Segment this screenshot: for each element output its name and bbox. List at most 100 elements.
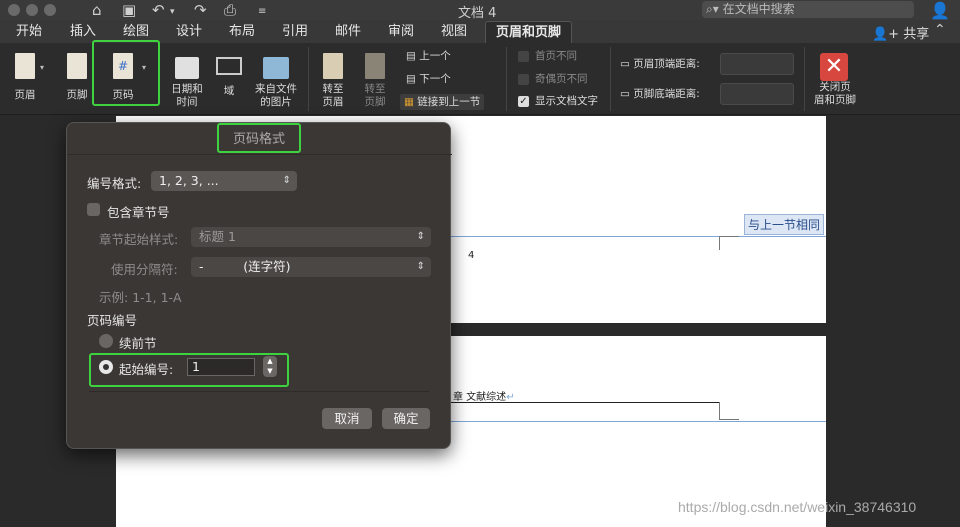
different-first-page-checkbox[interactable]: 首页不同	[518, 49, 577, 63]
search-field[interactable]: ⌕▾ 在文档中搜索	[702, 1, 914, 18]
field-icon	[216, 57, 242, 75]
next-label: 下一个	[419, 73, 451, 85]
header-boundary-line	[450, 236, 826, 237]
link-to-previous-label: 链接到上一节	[417, 96, 481, 108]
ribbon-separator	[804, 47, 805, 111]
previous-label: 上一个	[419, 50, 451, 62]
page-number-label: 页码	[112, 89, 134, 101]
calendar-clock-icon	[175, 57, 199, 79]
cancel-button[interactable]: 取消	[322, 408, 372, 429]
header-icon	[15, 53, 35, 79]
start-at-stepper[interactable]: ▲ ▼	[263, 356, 277, 377]
add-person-icon: 👤+	[872, 27, 900, 42]
tab-design[interactable]: 设计	[176, 23, 202, 40]
search-placeholder: 在文档中搜索	[722, 2, 795, 16]
tab-references[interactable]: 引用	[282, 23, 308, 40]
chevron-down-icon: ▼	[267, 367, 273, 375]
number-format-value: 1, 2, 3, ...	[159, 173, 219, 188]
continue-radio[interactable]	[99, 334, 113, 348]
page-number-icon: #	[113, 53, 133, 79]
undo-icon[interactable]: ↶	[152, 1, 165, 19]
continue-label: 续前节	[119, 336, 157, 351]
header-rule	[450, 402, 720, 403]
footer-label: 页脚	[66, 89, 88, 101]
page-number-button[interactable]: # 页码	[108, 53, 138, 102]
tab-header-footer[interactable]: 页眉和页脚	[485, 21, 573, 43]
margin-corner-mark	[719, 402, 739, 420]
link-to-previous-button[interactable]: ▦ 链接到上一节	[400, 94, 485, 110]
ribbon: 页眉 ▾ 页脚 # 页码 ▾ 日期和 时间 域 来自文件 的图片 转至 页眉 转…	[0, 40, 960, 115]
tab-insert[interactable]: 插入	[70, 23, 96, 40]
date-time-label: 日期和 时间	[171, 83, 203, 108]
chapter-start-style-label: 章节起始样式:	[99, 232, 179, 247]
goto-header-button[interactable]: 转至 页眉	[318, 53, 348, 109]
goto-header-label: 转至 页眉	[322, 83, 344, 108]
date-time-button[interactable]: 日期和 时间	[170, 57, 204, 109]
header-distance-input[interactable]	[720, 53, 794, 75]
header-boundary-line	[450, 421, 826, 422]
different-odd-even-checkbox[interactable]: 奇偶页不同	[518, 72, 588, 86]
next-icon: ▤	[406, 73, 416, 85]
link-icon: ▦	[404, 96, 414, 108]
start-at-input[interactable]: 1	[187, 358, 255, 376]
tab-draw[interactable]: 绘图	[123, 23, 149, 40]
separator-value: - (连字符)	[199, 259, 291, 274]
close-header-footer-button[interactable]: ✕	[820, 53, 848, 81]
footer-distance-input[interactable]	[720, 83, 794, 105]
next-button[interactable]: ▤ 下一个	[406, 72, 451, 86]
chapter-heading-text: 章 文献综述↵	[453, 392, 515, 403]
print-icon[interactable]: ⎙	[224, 1, 236, 19]
document-title: 文档 4	[458, 6, 497, 21]
tab-home[interactable]: 开始	[16, 23, 42, 40]
previous-button[interactable]: ▤ 上一个	[406, 49, 451, 63]
header-button[interactable]: 页眉	[10, 53, 40, 102]
header-distance-icon: ▭	[620, 58, 630, 70]
include-chapter-checkbox[interactable]	[87, 203, 100, 216]
updown-chevron-icon: ⇕	[282, 175, 291, 186]
footer-distance-icon: ▭	[620, 88, 630, 100]
redo-icon[interactable]: ↷	[194, 1, 207, 19]
home-icon[interactable]: ⌂	[92, 1, 102, 19]
chapter-start-style-value: 标题 1	[199, 229, 236, 244]
field-label: 域	[223, 85, 235, 97]
include-chapter-label: 包含章节号	[107, 205, 170, 220]
footer-distance-label-group: ▭ 页脚底端距离:	[620, 87, 700, 101]
undo-dropdown-icon[interactable]: ▾	[170, 3, 175, 21]
header-dropdown-icon[interactable]: ▾	[40, 63, 44, 72]
share-button[interactable]: 👤+ 共享	[872, 23, 929, 42]
field-button[interactable]: 域	[214, 57, 244, 98]
example-label: 示例:	[99, 290, 129, 305]
zoom-window-button[interactable]	[44, 4, 56, 16]
dialog-footer-separator	[89, 391, 429, 392]
account-icon[interactable]: 👤	[930, 1, 950, 20]
number-format-select[interactable]: 1, 2, 3, ... ⇕	[151, 171, 297, 191]
customize-toolbar-icon[interactable]: ≡	[258, 3, 266, 21]
tab-layout[interactable]: 布局	[229, 23, 255, 40]
checkmark-icon: ✓	[518, 95, 529, 107]
close-window-button[interactable]	[8, 4, 20, 16]
close-header-footer-label: 关闭页 眉和页脚	[814, 81, 856, 106]
header-distance-label: 页眉顶端距离:	[633, 58, 700, 70]
previous-icon: ▤	[406, 50, 416, 62]
picture-from-file-button[interactable]: 来自文件 的图片	[252, 57, 300, 109]
example-value: 1-1, 1-A	[132, 290, 182, 305]
tab-mailings[interactable]: 邮件	[335, 23, 361, 40]
share-label: 共享	[903, 27, 930, 42]
page-number-dropdown-icon[interactable]: ▾	[142, 63, 146, 72]
margin-corner-mark	[719, 236, 739, 250]
updown-chevron-icon: ⇕	[416, 261, 425, 272]
footer-button[interactable]: 页脚	[62, 53, 92, 102]
goto-footer-button[interactable]: 转至 页脚	[360, 53, 390, 109]
tab-review[interactable]: 审阅	[388, 23, 414, 40]
collapse-ribbon-icon[interactable]: ⌃	[934, 22, 946, 38]
tab-view[interactable]: 视图	[441, 23, 467, 40]
start-at-radio[interactable]	[99, 360, 113, 374]
save-icon[interactable]: ▣	[122, 1, 136, 19]
ok-button[interactable]: 确定	[382, 408, 430, 429]
chapter-start-style-select[interactable]: 标题 1 ⇕	[191, 227, 431, 247]
minimize-window-button[interactable]	[26, 4, 38, 16]
number-format-label: 编号格式:	[87, 176, 142, 191]
separator-select[interactable]: - (连字符) ⇕	[191, 257, 431, 277]
show-document-text-checkbox[interactable]: ✓ 显示文档文字	[518, 94, 598, 108]
watermark-text: https://blog.csdn.net/weixin_38746310	[678, 499, 917, 515]
